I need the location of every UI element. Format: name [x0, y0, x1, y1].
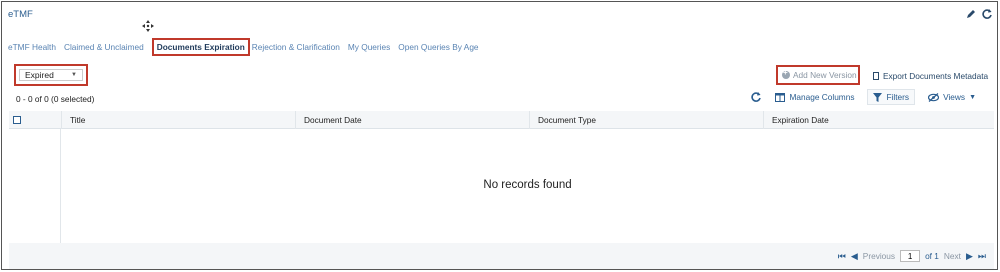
tab-rejection-clarification[interactable]: Rejection & Clarification: [252, 42, 340, 52]
export-metadata-button[interactable]: Export Documents Metadata: [873, 71, 988, 81]
refresh-icon[interactable]: [981, 8, 993, 20]
document-icon: [873, 72, 879, 80]
grid-refresh-icon[interactable]: [750, 91, 762, 103]
expiration-filter-select[interactable]: Expired ▼: [14, 64, 88, 86]
select-all-checkbox[interactable]: [13, 116, 21, 124]
select-value: Expired: [25, 70, 54, 80]
add-new-version-button[interactable]: Add New Version: [776, 65, 860, 85]
etmf-panel: eTMF eTMF Health Claimed & Unclaimed Doc…: [1, 1, 998, 270]
record-count: 0 - 0 of 0 (0 selected): [16, 94, 95, 104]
grid-body: No records found: [9, 129, 994, 243]
tab-my-queries[interactable]: My Queries: [348, 42, 390, 52]
tab-claimed-unclaimed[interactable]: Claimed & Unclaimed: [64, 42, 144, 52]
views-label: Views: [943, 92, 966, 102]
filters-button[interactable]: Filters: [867, 89, 916, 105]
export-label: Export Documents Metadata: [883, 71, 989, 81]
column-header-expiration-date[interactable]: Expiration Date: [763, 111, 994, 129]
eye-slash-icon: [928, 92, 940, 102]
chevron-down-icon: ▼: [71, 72, 77, 78]
grid-toolbar: Manage Columns Filters Views ▼: [750, 89, 981, 105]
grid-footer: ⏮ ◀ Previous of 1 Next ▶ ⏭: [9, 243, 994, 269]
previous-page-icon[interactable]: ◀: [851, 251, 858, 262]
last-page-icon[interactable]: ⏭: [978, 251, 986, 262]
previous-label[interactable]: Previous: [863, 251, 895, 261]
column-header-document-type[interactable]: Document Type: [529, 111, 763, 129]
page-total: of 1: [925, 251, 939, 261]
tab-etmf-health[interactable]: eTMF Health: [8, 42, 56, 52]
empty-state-message: No records found: [483, 179, 572, 191]
panel-actions: [965, 8, 993, 20]
selection-column: [9, 129, 61, 243]
next-page-icon[interactable]: ▶: [966, 251, 973, 262]
edit-icon[interactable]: [965, 8, 977, 20]
tab-documents-expiration[interactable]: Documents Expiration: [151, 38, 250, 56]
page-number-input[interactable]: [900, 250, 921, 262]
manage-columns-button[interactable]: Manage Columns: [770, 89, 859, 105]
plus-circle-icon: [782, 68, 790, 79]
next-label[interactable]: Next: [944, 251, 961, 261]
column-header-document-date[interactable]: Document Date: [295, 111, 529, 129]
chevron-down-icon: ▼: [969, 93, 976, 101]
pagination: ⏮ ◀ Previous of 1 Next ▶ ⏭: [838, 250, 986, 262]
column-header-title[interactable]: Title: [61, 111, 295, 129]
filters-label: Filters: [886, 92, 910, 102]
add-new-version-label: Add New Version: [793, 70, 857, 80]
grid-header: Title Document Date Document Type Expira…: [9, 111, 994, 129]
tab-bar: eTMF Health Claimed & Unclaimed Document…: [8, 38, 487, 56]
panel-title: eTMF: [8, 9, 33, 20]
manage-columns-label: Manage Columns: [789, 92, 855, 102]
tab-open-queries-by-age[interactable]: Open Queries By Age: [398, 42, 478, 52]
columns-icon: [775, 92, 786, 102]
move-cursor-icon: [142, 20, 154, 32]
first-page-icon[interactable]: ⏮: [838, 251, 846, 262]
funnel-icon: [873, 92, 883, 102]
views-button[interactable]: Views ▼: [923, 89, 981, 105]
